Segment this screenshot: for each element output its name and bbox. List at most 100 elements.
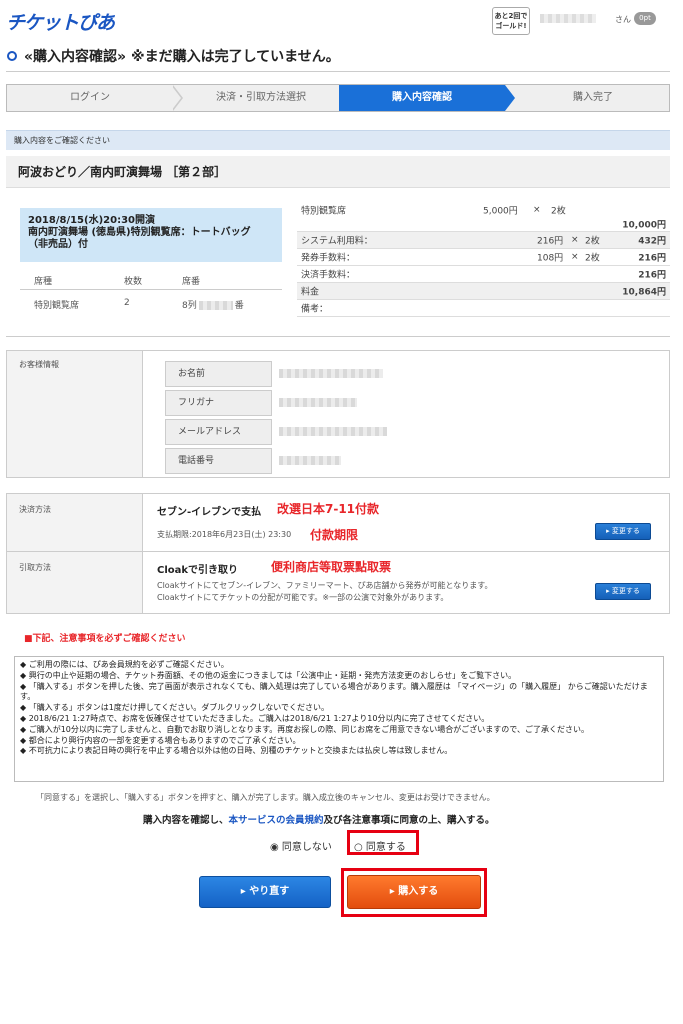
disagree-radio[interactable]: ◉ 同意しない bbox=[270, 838, 332, 853]
seat-type-header: 席種 bbox=[34, 277, 53, 287]
step-divider bbox=[171, 85, 181, 111]
agree-radio[interactable]: ○ 同意する bbox=[354, 838, 406, 853]
seat-divider bbox=[20, 289, 282, 290]
event-venue: 南内町演舞場 (徳島県)特別観覧席：トートバッグ bbox=[28, 227, 251, 238]
price-system-count: 2枚 bbox=[585, 236, 600, 247]
points-badge[interactable]: 0pt bbox=[634, 12, 656, 25]
title-circle-icon bbox=[7, 51, 17, 61]
change-pickup-button[interactable]: ▸ 変更する bbox=[595, 583, 651, 600]
member-terms-link[interactable]: 本サービスの会員規約 bbox=[229, 815, 324, 826]
event-date-box: 2018/8/15(水)20:30開演 南内町演舞場 (徳島県)特別観覧席：トー… bbox=[20, 208, 282, 262]
price-row-issue: 発券手数料： 108円 × 2枚 216円 bbox=[297, 249, 670, 266]
customer-info-box: お客様情報 お名前 フリガナ メールアドレス 電話番号 bbox=[6, 350, 670, 478]
pickup-annotation: 便利商店等取票點取票 bbox=[271, 560, 392, 574]
payment-section-label: 決済方法 bbox=[19, 505, 51, 514]
purchase-steps: ログイン 決済・引取方法選択 購入内容確認 購入完了 bbox=[6, 84, 670, 112]
email-label: メールアドレス bbox=[165, 419, 272, 445]
furigana-label: フリガナ bbox=[165, 390, 272, 416]
seat-type-value: 特別観覧席 bbox=[34, 301, 80, 311]
agree-label: 同意する bbox=[365, 842, 406, 853]
step-confirm: 購入内容確認 bbox=[339, 85, 505, 111]
confirm-pre: 購入内容を確認し、 bbox=[143, 815, 229, 826]
radio-checked-icon: ◉ bbox=[270, 842, 279, 853]
price-row-system: システム利用料： 216円 × 2枚 432円 bbox=[297, 232, 670, 249]
name-label: お名前 bbox=[165, 361, 272, 387]
payment-deadline: 支払期限:2018年6月23日(土) 23:30 bbox=[157, 530, 292, 539]
notice-line: ◆ 2018/6/21 1:27時点で、お席を仮確保させていただきました。ご購入… bbox=[20, 713, 490, 723]
price-row-fee: 料金 10,864円 bbox=[297, 283, 670, 300]
deadline-annotation: 付款期限 bbox=[310, 528, 359, 542]
seat-number-value: 8列 番 bbox=[182, 298, 244, 311]
pickup-section-label: 引取方法 bbox=[19, 563, 51, 572]
redo-button[interactable]: ▸ やり直す bbox=[199, 876, 331, 908]
event-title: 阿波おどり／南内町演舞場 ［第２部］ bbox=[6, 156, 670, 188]
notice-line: ◆ ご利用の際には、ぴあ会員規約を必ずご確認ください。 bbox=[20, 660, 229, 669]
price-settle-total: 216円 bbox=[638, 270, 666, 281]
name-value-blurred bbox=[279, 369, 383, 378]
purchase-button[interactable]: ▸ 購入する bbox=[347, 875, 481, 909]
payment-label-column bbox=[7, 494, 143, 551]
price-table: 特別観覧席 5,000円 × 2枚 10,000円 システム利用料： 216円 … bbox=[297, 202, 670, 317]
confirm-post: 及び各注意事項に同意の上、購入する。 bbox=[323, 815, 495, 826]
price-issue-count: 2枚 bbox=[585, 253, 600, 264]
price-ticket-times: × bbox=[533, 205, 541, 215]
event-venue-note: （非売品）付 bbox=[28, 239, 88, 250]
price-row-ticket: 特別観覧席 5,000円 × 2枚 10,000円 bbox=[297, 202, 670, 232]
step-active-arrow bbox=[505, 85, 515, 111]
confirm-statement: 購入内容を確認し、本サービスの会員規約及び各注意事項に同意の上、購入する。 bbox=[143, 812, 495, 826]
user-name-suffix: さん bbox=[615, 15, 631, 24]
price-ticket-label: 特別観覧席 bbox=[301, 206, 347, 217]
payment-annotation: 改選日本7-11付款 bbox=[277, 502, 380, 516]
seat-number-header: 席番 bbox=[182, 277, 201, 287]
notice-line: ◆ ご購入が10分以内に完了しませんと、自動でお取り消しとなります。再度お探しの… bbox=[20, 724, 589, 734]
seat-row-text: 8列 bbox=[182, 301, 197, 311]
section-divider bbox=[6, 336, 670, 337]
pickup-description-1: Cloakサイトにてセブン-イレブン、ファミリーマート、ぴあ店舗から発券が可能と… bbox=[157, 581, 493, 590]
price-ticket-unit: 5,000円 bbox=[483, 206, 518, 217]
customer-section-label: お客様情報 bbox=[19, 360, 59, 369]
price-issue-unit: 108円 bbox=[537, 253, 564, 264]
pickup-description-2: Cloakサイトにてチケットの分配が可能です。※一部の公演で対象外があります。 bbox=[157, 593, 449, 602]
change-payment-button[interactable]: ▸ 変更する bbox=[595, 523, 651, 540]
email-value-blurred bbox=[279, 427, 387, 436]
page-title-row: «購入内容確認» ※まだ購入は完了していません。 bbox=[6, 44, 670, 72]
price-settle-label: 決済手数料： bbox=[301, 270, 356, 281]
price-system-label: システム利用料： bbox=[301, 236, 373, 247]
phone-value-blurred bbox=[279, 456, 341, 465]
furigana-value-blurred bbox=[279, 398, 357, 407]
notice-line: ◆ 「購入する」ボタンは1度だけ押してください。ダブルクリックしないでください。 bbox=[20, 703, 330, 713]
pickup-method-box: 引取方法 Cloakで引き取り 便利商店等取票點取票 Cloakサイトにてセブン… bbox=[6, 552, 670, 614]
pickup-method-name: Cloakで引き取り bbox=[157, 565, 239, 576]
seat-number-blurred bbox=[198, 301, 233, 310]
price-system-times: × bbox=[571, 235, 579, 245]
price-system-unit: 216円 bbox=[537, 236, 564, 247]
event-date: 2018/8/15(水)20:30開演 bbox=[28, 215, 155, 226]
seat-suffix-text: 番 bbox=[234, 301, 244, 311]
notice-line: ◆ 不可抗力により表記日時の興行を中止する場合以外は他の日時、別種のチケットと交… bbox=[20, 746, 453, 756]
ticket-pia-logo[interactable]: チケットぴあ bbox=[6, 8, 115, 35]
price-ticket-count: 2枚 bbox=[551, 206, 566, 217]
step-payment-select: 決済・引取方法選択 bbox=[216, 92, 306, 103]
price-ticket-total: 10,000円 bbox=[622, 220, 666, 231]
payment-method-box: 決済方法 セブン-イレブンで支払 改選日本7-11付款 支払期限:2018年6月… bbox=[6, 493, 670, 552]
notice-line: ◆ 都合により興行内容の一部を変更する場合もありますのでご了承ください。 bbox=[20, 735, 301, 745]
notice-line: ◆ 興行の中止や延期の場合、チケット券面額、その他の返金につきましては「公演中止… bbox=[20, 670, 517, 680]
seat-count-value: 2 bbox=[124, 298, 130, 308]
purchase-section-header: 購入内容をご確認ください bbox=[6, 130, 670, 150]
price-fee-total: 10,864円 bbox=[622, 287, 666, 298]
price-row-settle: 決済手数料： 216円 bbox=[297, 266, 670, 283]
phone-label: 電話番号 bbox=[165, 448, 272, 474]
price-fee-label: 料金 bbox=[301, 287, 320, 298]
page-title: «購入内容確認» ※まだ購入は完了していません。 bbox=[24, 49, 340, 65]
price-issue-label: 発券手数料： bbox=[301, 253, 356, 264]
price-system-total: 432円 bbox=[638, 236, 666, 247]
gold-status-badge[interactable]: あと2回でゴールド! bbox=[492, 7, 530, 35]
notice-textarea[interactable]: ◆ ご利用の際には、ぴあ会員規約を必ずご確認ください。 ◆ 興行の中止や延期の場… bbox=[14, 656, 664, 782]
agree-instruction: 「同意する」を選択し、「購入する」ボタンを押すと、購入が完了します。購入成立後の… bbox=[36, 793, 495, 802]
step-complete: 購入完了 bbox=[573, 92, 613, 103]
notice-title: ■下記、注意事項を必ずご確認ください bbox=[24, 634, 186, 644]
disagree-label: 同意しない bbox=[281, 842, 332, 853]
user-name-blurred bbox=[540, 14, 596, 23]
price-issue-total: 216円 bbox=[638, 253, 666, 264]
seat-count-header: 枚数 bbox=[124, 277, 143, 287]
